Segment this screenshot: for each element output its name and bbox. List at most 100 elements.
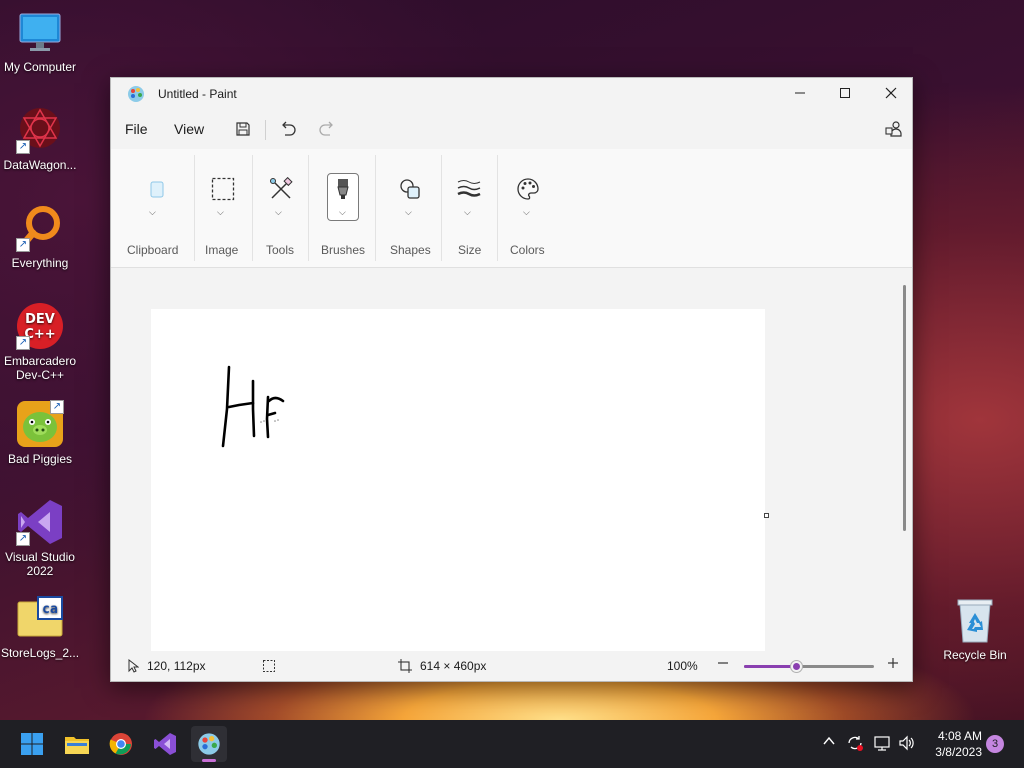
vertical-scrollbar[interactable]	[903, 285, 906, 531]
desktop-icon-label: Everything	[11, 256, 69, 270]
chevron-down-icon: ⌵	[149, 207, 156, 217]
desktop-icon-label: Bad Piggies	[7, 452, 73, 466]
zoom-slider-thumb[interactable]	[790, 661, 802, 672]
tools-icon	[265, 173, 297, 205]
ribbon-group-clipboard[interactable]: ⌵ Clipboard	[125, 149, 195, 268]
ribbon-group-tools[interactable]: ⌵ Tools	[259, 149, 309, 268]
cursor-position-text: 120, 112px	[147, 659, 206, 673]
selection-size	[262, 659, 276, 673]
desktop-icon-recycle-bin[interactable]: Recycle Bin	[935, 596, 1015, 662]
start-button[interactable]	[14, 726, 50, 762]
ribbon-separator	[194, 155, 195, 261]
canvas-size-icon	[398, 659, 412, 673]
taskbar-paint[interactable]	[191, 726, 227, 762]
volume-button[interactable]	[898, 734, 916, 752]
chevron-down-icon: ⌵	[275, 207, 282, 217]
sync-icon	[848, 736, 863, 751]
visual-studio-icon	[154, 733, 176, 755]
pointer-icon	[128, 659, 139, 673]
ribbon-group-label: Tools	[266, 243, 295, 257]
folder-icon: ca	[16, 594, 64, 642]
datawagon-icon: ↗	[16, 106, 64, 154]
canvas-resize-handle[interactable]	[764, 513, 769, 518]
canvas-size: 614 × 460px	[398, 659, 486, 673]
network-icon	[874, 736, 890, 751]
menu-bar: File View	[111, 110, 912, 148]
network-button[interactable]	[873, 734, 891, 752]
clock-time: 4:08 AM	[937, 729, 982, 743]
ribbon: ⌵ Clipboard ⌵ Image ⌵ Tools ⌵ Brushes ⌵ …	[111, 149, 912, 268]
save-button[interactable]	[230, 117, 256, 141]
save-icon	[236, 122, 250, 136]
clock[interactable]: 4:08 AM 3/8/2023	[935, 728, 982, 760]
visual-studio-icon: ↗	[16, 498, 64, 546]
desktop-icon-storelogs[interactable]: ca StoreLogs_2...	[0, 594, 80, 660]
ribbon-group-label: Brushes	[321, 243, 366, 257]
canvas-area	[111, 269, 912, 651]
title-bar[interactable]: Untitled - Paint	[111, 78, 912, 110]
minimize-icon	[795, 92, 805, 94]
close-icon	[885, 87, 897, 99]
minimize-button[interactable]	[777, 78, 823, 108]
zoom-slider[interactable]	[744, 661, 874, 672]
taskbar-visual-studio[interactable]	[147, 726, 183, 762]
ribbon-group-shapes[interactable]: ⌵ Shapes	[384, 149, 440, 268]
undo-button[interactable]	[275, 117, 301, 141]
zoom-out-button[interactable]	[717, 656, 729, 670]
ribbon-separator	[252, 155, 253, 261]
chrome-icon	[109, 733, 132, 755]
ribbon-group-label: Size	[458, 243, 482, 257]
show-hidden-icons-button[interactable]	[822, 734, 836, 748]
ribbon-separator	[308, 155, 309, 261]
taskbar-file-explorer[interactable]	[59, 726, 95, 762]
monitor-icon	[16, 8, 64, 56]
drawing-canvas[interactable]	[151, 309, 765, 651]
menu-separator	[265, 120, 266, 140]
ribbon-group-colors[interactable]: ⌵ Colors	[506, 149, 558, 268]
ribbon-group-size[interactable]: ⌵ Size	[449, 149, 495, 268]
close-button[interactable]	[868, 78, 914, 108]
window-title: Untitled - Paint	[158, 87, 237, 101]
notification-badge[interactable]: 3	[986, 735, 1004, 753]
ribbon-group-image[interactable]: ⌵ Image	[201, 149, 251, 268]
ribbon-group-brushes[interactable]: ⌵ Brushes	[317, 149, 377, 268]
ribbon-group-label: Clipboard	[127, 243, 179, 257]
desktop-icon-label: Recycle Bin	[943, 648, 1007, 662]
desktop-icon-visual-studio[interactable]: ↗ Visual Studio 2022	[0, 498, 80, 578]
redo-button[interactable]	[314, 117, 340, 141]
palette-icon	[512, 173, 544, 205]
shortcut-arrow-icon: ↗	[16, 238, 30, 252]
clock-date: 3/8/2023	[935, 745, 982, 759]
desktop-icon-label: My Computer	[3, 60, 77, 74]
shortcut-arrow-icon: ↗	[16, 532, 30, 546]
redo-icon	[319, 121, 333, 136]
maximize-icon	[840, 88, 850, 98]
status-bar: 120, 112px 614 × 460px 100%	[111, 651, 912, 681]
desktop-icon-everything[interactable]: ↗ Everything	[0, 204, 80, 270]
maximize-button[interactable]	[822, 78, 868, 108]
desktop-icon-bad-piggies[interactable]: ↗ Bad Piggies	[0, 400, 80, 466]
clipboard-icon	[141, 173, 173, 205]
menu-view[interactable]: View	[174, 121, 204, 137]
devcpp-icon: DEV C++ ↗	[16, 302, 64, 350]
sync-status-button[interactable]	[846, 734, 864, 752]
zoom-slider-fill	[744, 665, 796, 668]
magnifier-icon: ↗	[16, 204, 64, 252]
taskbar: 4:08 AM 3/8/2023 3	[0, 720, 1024, 768]
zoom-level[interactable]: 100%	[667, 659, 698, 673]
shapes-icon	[394, 173, 426, 205]
desktop-icon-datawagon[interactable]: ↗ DataWagon...	[0, 106, 80, 172]
undo-icon	[282, 121, 296, 136]
cursor-position: 120, 112px	[127, 659, 206, 673]
menu-file[interactable]: File	[125, 121, 148, 137]
account-button[interactable]	[881, 117, 907, 141]
chevron-down-icon: ⌵	[523, 207, 530, 217]
desktop-icon-label: DataWagon...	[3, 158, 77, 172]
desktop-icon-my-computer[interactable]: My Computer	[0, 8, 80, 74]
zoom-in-button[interactable]	[887, 656, 899, 670]
chevron-down-icon: ⌵	[405, 207, 412, 217]
windows-logo-icon	[21, 733, 43, 755]
desktop-icon-devcpp[interactable]: DEV C++ ↗ Embarcadero Dev-C++	[0, 302, 80, 382]
desktop-icon-label: StoreLogs_2...	[0, 646, 80, 660]
taskbar-chrome[interactable]	[103, 726, 139, 762]
